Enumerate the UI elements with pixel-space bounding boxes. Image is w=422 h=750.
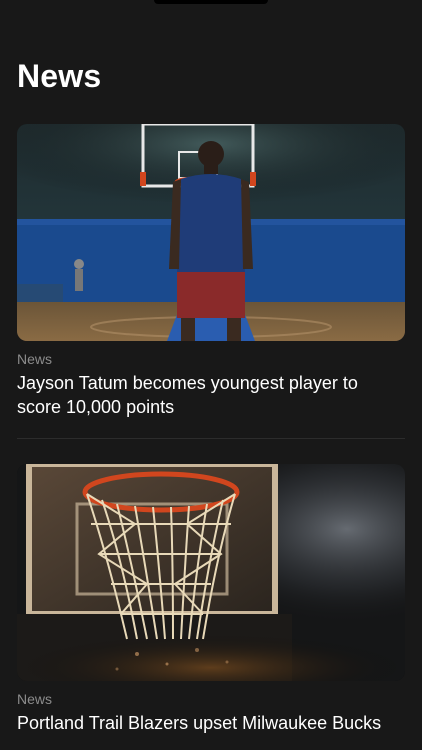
article-category: News [17,691,53,707]
article-image [17,124,405,341]
article-divider [17,438,405,439]
article-category: News [17,351,53,367]
article-image [17,464,405,681]
article-headline[interactable]: Jayson Tatum becomes youngest player to … [17,371,405,419]
article-headline[interactable]: Portland Trail Blazers upset Milwaukee B… [17,711,405,735]
camera-notch [154,0,268,4]
news-article-card[interactable]: News Portland Trail Blazers upset Milwau… [17,464,405,735]
basketball-hoop-photo-icon [17,464,405,681]
news-article-card[interactable]: News Jayson Tatum becomes youngest playe… [17,124,405,419]
basketball-player-photo-icon [17,124,405,341]
page-title: News [17,58,102,94]
